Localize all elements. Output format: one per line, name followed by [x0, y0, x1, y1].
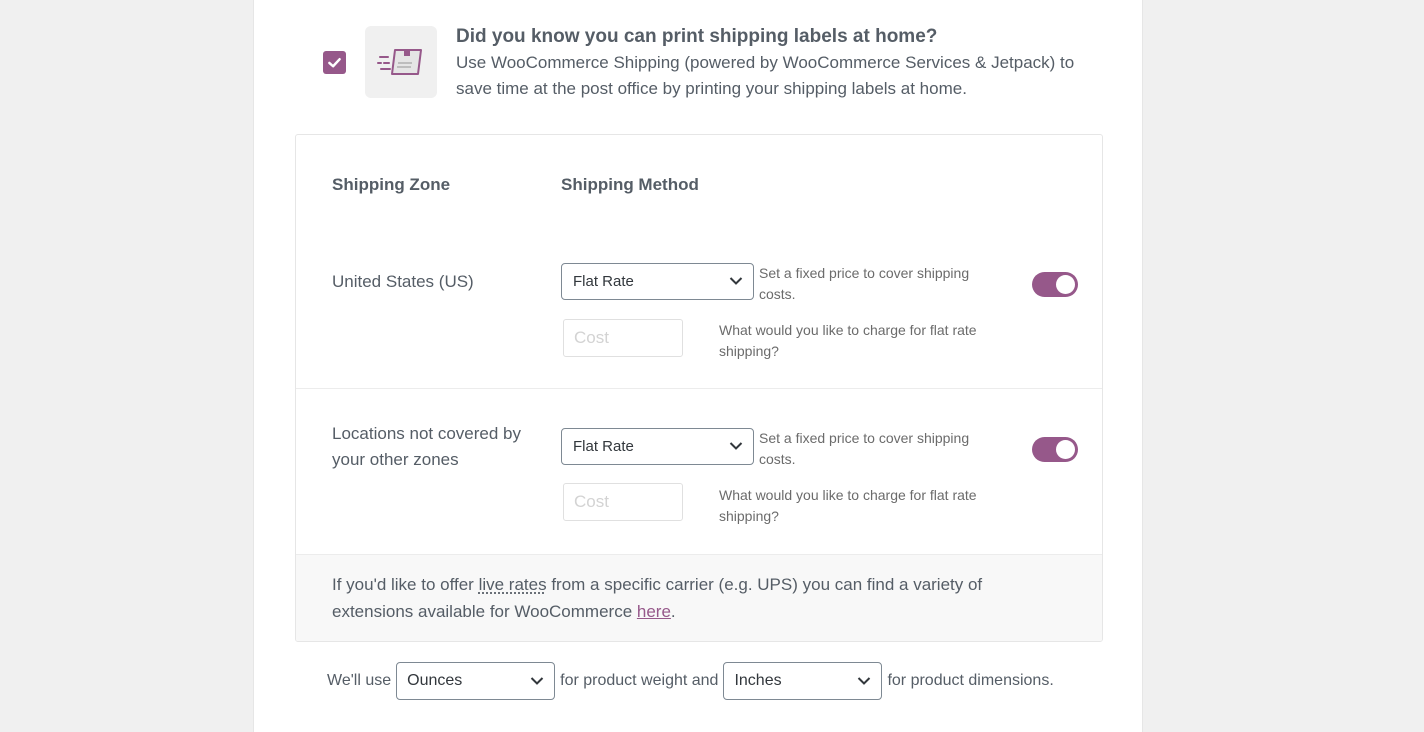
- shipping-method-value: Flat Rate: [573, 273, 634, 290]
- cost-input[interactable]: [563, 319, 683, 357]
- header-shipping-method: Shipping Method: [561, 175, 699, 194]
- footer-text-before: If you'd like to offer: [332, 575, 479, 594]
- live-rates-text: If you'd like to offer live rates from a…: [332, 571, 1052, 625]
- method-description: Set a fixed price to cover shipping cost…: [759, 430, 970, 467]
- units-prefix: We'll use: [327, 672, 392, 689]
- chevron-down-icon: [729, 277, 743, 285]
- method-description: Set a fixed price to cover shipping cost…: [759, 265, 970, 302]
- zone-row-united-states: United States (US) Flat Rate Set a fixed…: [296, 224, 1102, 389]
- shipping-labels-promo: Did you know you can print shipping labe…: [322, 26, 1102, 106]
- live-rates-abbr: live rates: [478, 575, 547, 594]
- chevron-down-icon: [729, 442, 743, 450]
- cost-input[interactable]: [563, 483, 683, 521]
- weight-unit-value: Ounces: [407, 672, 463, 689]
- dimension-unit-value: Inches: [734, 672, 782, 689]
- shipping-method-select[interactable]: Flat Rate: [561, 428, 754, 465]
- promo-description: Use WooCommerce Shipping (powered by Woo…: [456, 53, 1075, 98]
- zone-row-rest-of-world: Locations not covered by your other zone…: [296, 389, 1102, 554]
- cost-description: What would you like to charge for flat r…: [719, 322, 977, 359]
- zone-name: Locations not covered by your other zone…: [332, 424, 522, 469]
- shipping-table-header: Shipping Zone Shipping Method: [332, 175, 699, 195]
- dimension-unit-select[interactable]: Inches: [723, 662, 883, 700]
- units-row: We'll use Ounces for product weight and …: [327, 662, 1054, 700]
- live-rates-notice: If you'd like to offer live rates from a…: [296, 554, 1102, 641]
- footer-text-after: .: [670, 602, 676, 621]
- toggle-knob: [1056, 275, 1075, 294]
- shipping-label-icon: [365, 26, 437, 98]
- setup-wizard-page: Did you know you can print shipping labe…: [253, 0, 1143, 732]
- zone-enabled-toggle[interactable]: [1032, 272, 1078, 297]
- extensions-link[interactable]: here: [637, 602, 671, 621]
- checkmark-icon: [328, 58, 341, 68]
- shipping-method-value: Flat Rate: [573, 438, 634, 455]
- chevron-down-icon: [530, 677, 544, 685]
- toggle-knob: [1056, 440, 1075, 459]
- units-suffix: for product dimensions.: [887, 672, 1054, 689]
- chevron-down-icon: [858, 677, 871, 685]
- zone-name: United States (US): [332, 272, 474, 291]
- install-woocommerce-shipping-checkbox[interactable]: [323, 51, 346, 74]
- promo-title: Did you know you can print shipping labe…: [456, 26, 938, 47]
- zone-enabled-toggle[interactable]: [1032, 437, 1078, 462]
- shipping-method-select[interactable]: Flat Rate: [561, 263, 754, 300]
- header-shipping-zone: Shipping Zone: [332, 175, 451, 194]
- units-middle: for product weight and: [560, 672, 719, 689]
- cost-description: What would you like to charge for flat r…: [719, 487, 977, 524]
- shipping-zones-card: Shipping Zone Shipping Method United Sta…: [295, 134, 1103, 642]
- weight-unit-select[interactable]: Ounces: [396, 662, 556, 700]
